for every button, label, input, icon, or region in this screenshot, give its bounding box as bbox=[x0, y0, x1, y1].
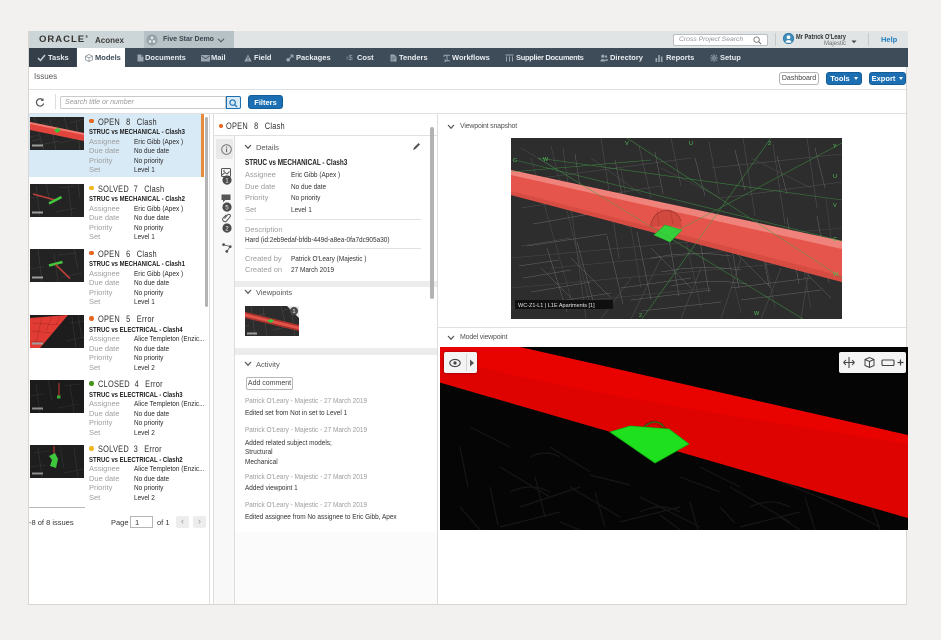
svg-text:W: W bbox=[543, 157, 549, 163]
svg-text:5: 5 bbox=[225, 204, 229, 211]
svg-text:Y: Y bbox=[833, 144, 837, 150]
svg-text:C: C bbox=[513, 158, 517, 164]
svg-text:U: U bbox=[833, 174, 837, 180]
svg-text:1: 1 bbox=[292, 309, 295, 315]
svg-text:W: W bbox=[833, 272, 839, 278]
svg-text:V: V bbox=[625, 141, 629, 147]
svg-text:C: C bbox=[833, 237, 837, 243]
svg-text:1: 1 bbox=[225, 177, 229, 184]
svg-text:2: 2 bbox=[225, 225, 229, 232]
svg-text:W: W bbox=[754, 311, 760, 317]
svg-text:V: V bbox=[833, 203, 837, 209]
svg-text:WC-Z1-L1 | L1E Apartments [1]: WC-Z1-L1 | L1E Apartments [1] bbox=[518, 303, 595, 309]
svg-text:2: 2 bbox=[768, 141, 771, 147]
svg-text:2: 2 bbox=[639, 313, 642, 319]
svg-text:U: U bbox=[689, 141, 693, 147]
